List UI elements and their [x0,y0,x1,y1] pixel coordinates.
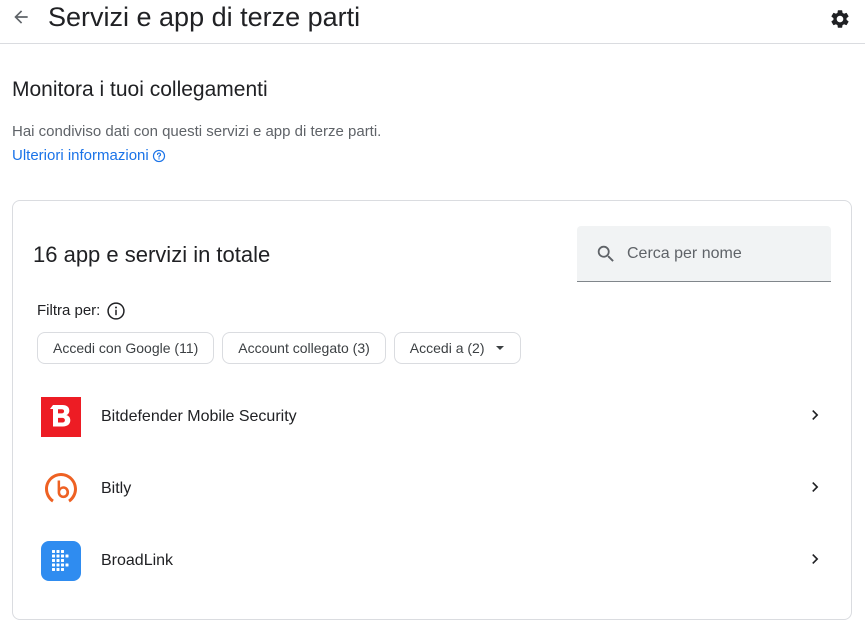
chevron-right-icon [805,549,825,569]
filter-chips: Accedi con Google (11) Account collegato… [37,332,521,364]
filter-label: Filtra per: [37,301,126,321]
apps-count-title: 16 app e servizi in totale [33,242,271,267]
gear-icon [831,10,849,28]
search-input[interactable] [627,244,807,263]
search-field[interactable] [577,226,831,282]
chip-label: Account collegato (3) [238,340,370,356]
chip-sign-in-with-google[interactable]: Accedi con Google (11) [37,332,215,364]
chip-access-to[interactable]: Accedi a (2) [393,332,521,364]
chip-label: Accedi con Google (11) [53,340,199,356]
section-heading: Monitora i tuoi collegamenti [12,78,268,101]
app-name: BroadLink [101,552,174,569]
bitly-logo-icon [45,473,77,503]
app-name: Bitdefender Mobile Security [101,408,297,425]
bitdefender-logo-icon [41,397,81,437]
learn-more-label: Ulteriori informazioni [12,147,149,164]
app-list: Bitdefender Mobile Security Bitly BroadL… [13,381,851,597]
help-circle-icon [152,149,165,162]
app-row-bitly[interactable]: Bitly [13,453,851,525]
search-icon [595,243,617,265]
page-title: Servizi e app di terze parti [48,2,361,32]
chip-label: Accedi a (2) [409,340,485,356]
back-button[interactable] [8,4,34,30]
broadlink-logo-icon [41,541,81,581]
section-description: Hai condiviso dati con questi servizi e … [12,123,382,140]
top-bar: Servizi e app di terze parti [0,0,865,44]
info-icon[interactable] [106,301,126,321]
apps-card: 16 app e servizi in totale Filtra per: A… [12,200,852,620]
caret-down-icon [495,343,505,353]
chip-linked-account[interactable]: Account collegato (3) [222,332,386,364]
arrow-back-icon [14,10,28,24]
chevron-right-icon [805,405,825,425]
settings-button[interactable] [827,6,853,32]
app-row-bitdefender[interactable]: Bitdefender Mobile Security [13,381,851,453]
app-name: Bitly [101,480,132,497]
chevron-right-icon [805,477,825,497]
learn-more-link[interactable]: Ulteriori informazioni [12,146,166,165]
filter-label-text: Filtra per: [37,302,101,319]
app-row-broadlink[interactable]: BroadLink [13,525,851,597]
